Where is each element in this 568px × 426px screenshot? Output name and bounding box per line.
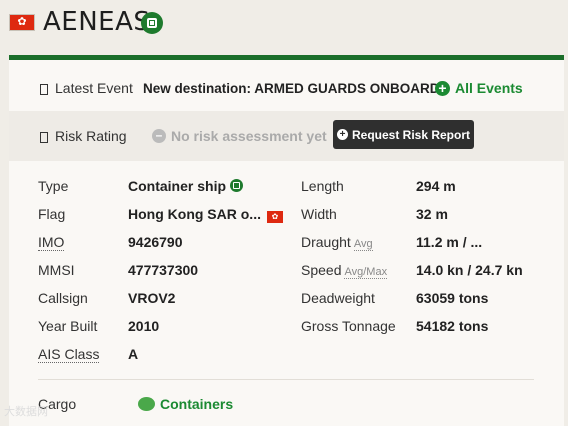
latest-event-value: New destination: ARMED GUARDS ONBOARD xyxy=(143,80,440,96)
detail-value: 11.2 m / ... xyxy=(416,234,483,250)
detail-row-speed: Speed Avg/Max 14.0 kn / 24.7 kn xyxy=(9,260,564,280)
cargo-value-text: Containers xyxy=(160,396,234,412)
vessel-info-panel: Latest Event New destination: ARMED GUAR… xyxy=(9,55,564,426)
detail-label: Gross Tonnage xyxy=(301,318,396,334)
detail-row-ais-class: AIS Class A xyxy=(9,344,279,364)
detail-label: Deadweight xyxy=(301,290,375,306)
avg-abbr: Avg xyxy=(353,238,373,251)
detail-row-gross-tonnage: Gross Tonnage 54182 tons xyxy=(9,316,564,336)
avg-max-abbr: Avg/Max xyxy=(344,266,388,279)
draught-label-text: Draught xyxy=(301,234,351,250)
ship-name-title: AENEAS xyxy=(43,7,151,37)
detail-value: 54182 tons xyxy=(416,318,489,334)
hong-kong-flag-icon: ✿ xyxy=(9,14,35,31)
request-risk-report-label: Request Risk Report xyxy=(351,127,471,142)
all-events-link-text: All Events xyxy=(455,80,523,96)
request-risk-report-button[interactable]: + Request Risk Report xyxy=(333,120,474,149)
detail-value: A xyxy=(128,346,139,362)
all-events-link[interactable]: + All Events xyxy=(435,80,523,96)
detail-row-width: Width 32 m xyxy=(9,204,564,224)
detail-label: Length xyxy=(301,178,344,194)
detail-value: 14.0 kn / 24.7 kn xyxy=(416,262,523,278)
risk-rating-label: Risk Rating xyxy=(40,128,127,144)
cargo-value[interactable]: Containers xyxy=(138,396,233,412)
no-risk-status-text: No risk assessment yet xyxy=(171,128,327,144)
detail-value: 63059 tons xyxy=(416,290,489,306)
detail-value: 294 m xyxy=(416,178,456,194)
event-box-icon xyxy=(40,83,48,95)
detail-row-cargo: Cargo Containers xyxy=(9,394,564,414)
latest-event-label: Latest Event xyxy=(40,80,133,96)
vessel-details: Type Container ship Flag Hong Kong SAR o… xyxy=(9,161,564,426)
detail-label: Draught Avg xyxy=(301,234,373,251)
detail-row-deadweight: Deadweight 63059 tons xyxy=(9,288,564,308)
ship-header: ✿ AENEAS xyxy=(0,0,568,55)
watermark-text: 大数据网 xyxy=(4,405,48,418)
risk-rating-row: Risk Rating – No risk assessment yet + Req… xyxy=(9,111,564,161)
detail-row-length: Length 294 m xyxy=(9,176,564,196)
detail-label: Speed Avg/Max xyxy=(301,262,388,279)
detail-value: 32 m xyxy=(416,206,448,222)
cargo-containers-icon xyxy=(138,397,155,411)
risk-rating-label-text: Risk Rating xyxy=(55,128,127,144)
latest-event-label-text: Latest Event xyxy=(55,80,133,96)
no-risk-status: – No risk assessment yet xyxy=(152,128,327,144)
minus-circle-icon: – xyxy=(152,129,166,143)
section-divider xyxy=(38,379,534,380)
detail-row-draught: Draught Avg 11.2 m / ... xyxy=(9,232,564,252)
plus-circle-icon: + xyxy=(336,129,348,140)
speed-label-text: Speed xyxy=(301,262,342,278)
detail-label: Width xyxy=(301,206,337,222)
plus-circle-icon: + xyxy=(435,80,450,96)
latest-event-row: Latest Event New destination: ARMED GUAR… xyxy=(9,65,564,111)
risk-box-icon xyxy=(40,131,48,143)
vessel-type-badge-icon[interactable] xyxy=(141,12,163,34)
detail-label: AIS Class xyxy=(38,345,100,363)
